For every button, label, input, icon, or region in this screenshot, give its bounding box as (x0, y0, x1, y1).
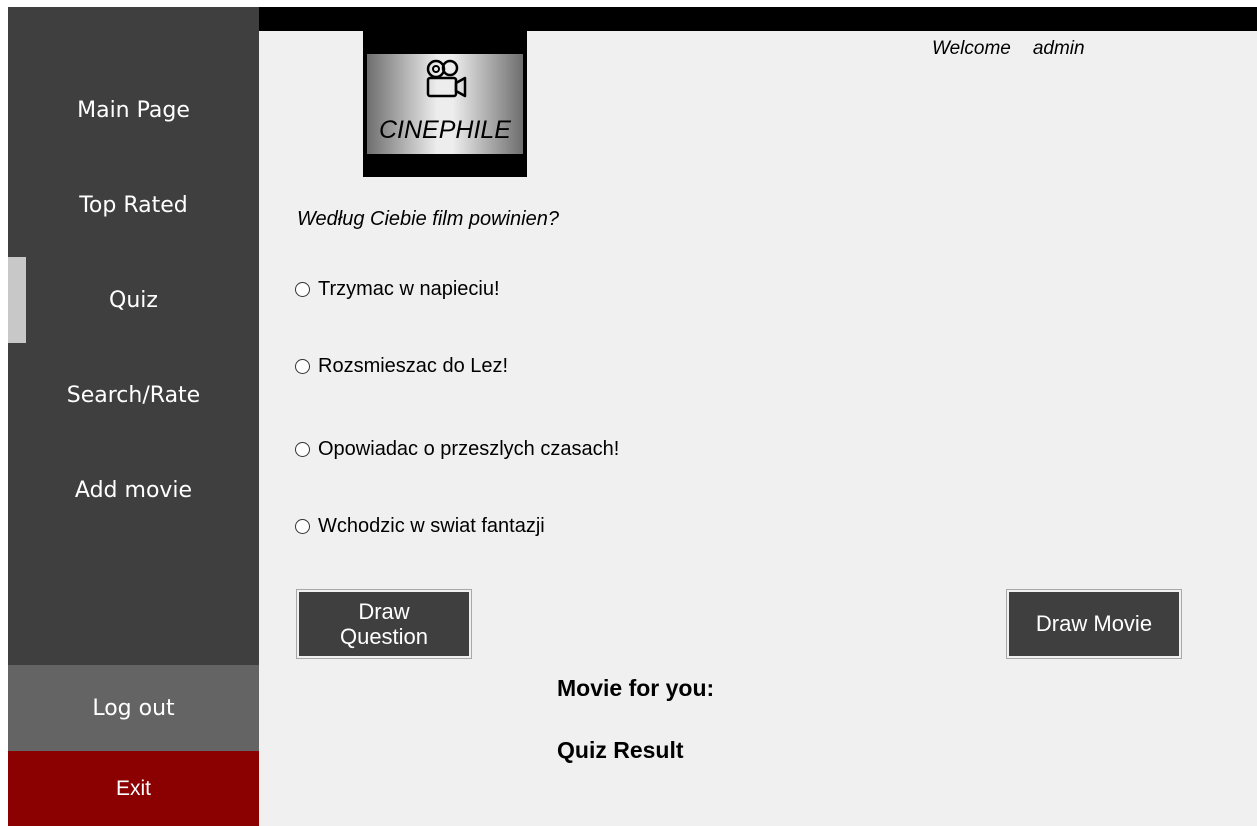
radio-button[interactable] (295, 442, 310, 457)
sidebar: Main Page Top Rated Quiz Search/Rate Add… (8, 7, 259, 826)
radio-button[interactable] (295, 359, 310, 374)
quiz-option-label: Opowiadac o przeszlych czasach! (318, 438, 620, 460)
draw-question-button-frame: Draw Question (296, 589, 472, 659)
sidebar-item-main-page[interactable]: Main Page (8, 67, 259, 153)
draw-movie-button-frame: Draw Movie (1006, 589, 1182, 659)
cinephile-logo: CINEPHILE (363, 31, 527, 177)
logout-button[interactable]: Log out (8, 665, 259, 751)
draw-question-label: Draw Question (339, 598, 429, 649)
quiz-option-2[interactable]: Rozsmieszac do Lez! (295, 355, 508, 378)
quiz-option-label: Rozsmieszac do Lez! (318, 355, 509, 377)
sidebar-item-search-rate[interactable]: Search/Rate (8, 352, 259, 438)
quiz-option-1[interactable]: Trzymac w napieciu! (295, 278, 500, 301)
quiz-question: Według Ciebie film powinien? (297, 208, 559, 230)
draw-question-button[interactable]: Draw Question (299, 592, 469, 656)
sidebar-item-top-rated[interactable]: Top Rated (8, 162, 259, 248)
draw-movie-button[interactable]: Draw Movie (1009, 592, 1179, 656)
quiz-option-4[interactable]: Wchodzic w swiat fantazji (295, 515, 545, 538)
welcome-label: Welcome (932, 38, 1011, 59)
radio-button[interactable] (295, 282, 310, 297)
username: admin (1032, 38, 1085, 59)
movie-for-you-label: Movie for you: (557, 675, 715, 701)
quiz-option-label: Wchodzic w swiat fantazji (318, 515, 545, 537)
sidebar-item-add-movie[interactable]: Add movie (8, 447, 259, 533)
app-window: Main Page Top Rated Quiz Search/Rate Add… (8, 7, 1257, 826)
logo-text: CINEPHILE (379, 116, 511, 144)
exit-button[interactable]: Exit (8, 751, 259, 826)
sidebar-item-quiz[interactable]: Quiz (8, 257, 259, 343)
quiz-option-3[interactable]: Opowiadac o przeszlych czasach! (295, 438, 619, 461)
radio-button[interactable] (295, 519, 310, 534)
welcome-message: Welcome admin (932, 38, 1085, 60)
logo-panel: CINEPHILE (367, 54, 523, 154)
movie-camera-icon (426, 59, 467, 98)
quiz-option-label: Trzymac w napieciu! (318, 278, 500, 300)
top-bar (259, 7, 1257, 31)
quiz-result-label: Quiz Result (557, 737, 684, 763)
